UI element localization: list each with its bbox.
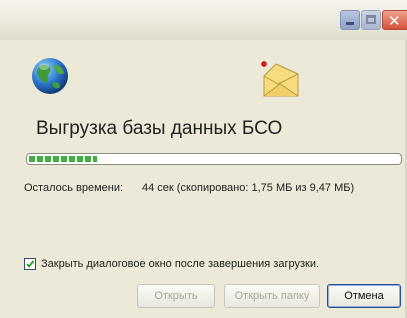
remaining-value: 44 сек (скопировано: 1,75 МБ из 9,47 МБ) bbox=[142, 182, 355, 194]
open-folder-button[interactable]: Открыть папку bbox=[224, 284, 320, 308]
remaining-label: Осталось времени: bbox=[24, 182, 124, 194]
progress-bar bbox=[26, 153, 402, 165]
close-on-complete-checkbox[interactable] bbox=[24, 258, 36, 270]
open-button[interactable]: Открыть bbox=[137, 284, 215, 308]
maximize-button[interactable] bbox=[361, 10, 381, 30]
close-button[interactable]: ✕ bbox=[382, 10, 407, 30]
close-on-complete-option[interactable]: Закрыть диалоговое окно после завершения… bbox=[24, 258, 319, 270]
folder-icon bbox=[261, 61, 299, 97]
maximize-icon bbox=[366, 15, 376, 24]
checkmark-icon bbox=[26, 260, 35, 268]
close-icon: ✕ bbox=[388, 12, 401, 30]
progress-fill bbox=[29, 156, 97, 162]
minimize-icon bbox=[346, 22, 354, 25]
cancel-button[interactable]: Отмена bbox=[327, 284, 401, 308]
minimize-button[interactable] bbox=[340, 10, 360, 30]
title-bar[interactable]: ✕ bbox=[0, 0, 407, 40]
close-on-complete-label: Закрыть диалоговое окно после завершения… bbox=[41, 258, 320, 270]
globe-icon bbox=[32, 58, 68, 94]
status-line: Осталось времени: 44 сек (скопировано: 1,… bbox=[24, 182, 354, 194]
download-dialog: ✕ Выгрузка базы данных БСО Осталось врем… bbox=[0, 0, 407, 318]
dialog-heading: Выгрузка базы данных БСО bbox=[36, 118, 283, 139]
